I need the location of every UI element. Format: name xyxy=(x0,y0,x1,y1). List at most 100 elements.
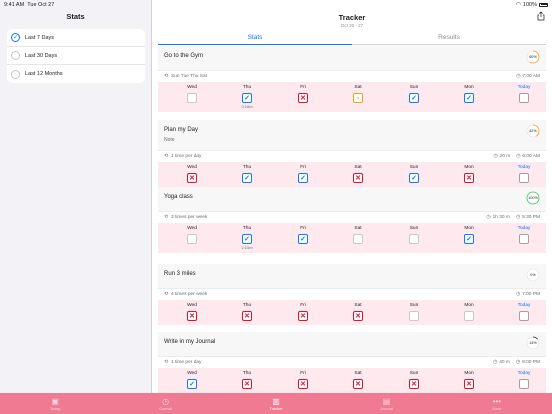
status-checkbox-empty[interactable] xyxy=(519,234,529,244)
status-checkbox-empty[interactable] xyxy=(519,379,529,389)
reminder-time: ◷ 7:00 PM xyxy=(516,292,540,297)
status-checkbox-empty[interactable] xyxy=(519,93,529,103)
habit-frequency: ⟲ 3 times per week xyxy=(164,215,207,220)
tabbar-item-more[interactable]: ••• More xyxy=(442,393,552,414)
day-label: Fri xyxy=(300,165,306,170)
status-checkbox-empty[interactable] xyxy=(519,311,529,321)
timer-icon: ◷ xyxy=(493,360,498,365)
reminder-time: ◷ 6:00 AM xyxy=(516,154,540,159)
status-checkbox-check[interactable]: ✓ xyxy=(242,93,252,103)
day-cell: Thu ✕ xyxy=(227,300,267,321)
day-cell: Sun xyxy=(394,223,434,244)
battery-icon xyxy=(539,2,548,7)
day-cell: Today xyxy=(504,162,544,183)
status-checkbox-empty[interactable] xyxy=(409,234,419,244)
share-icon[interactable] xyxy=(536,11,546,21)
habit-card[interactable]: Plan my Day Note 42% ⟲ 1 time per day ◷ 20 m ◷ 6… xyxy=(158,120,546,187)
status-checkbox-check[interactable]: ✓ xyxy=(187,379,197,389)
frequency-text: 1 time per day xyxy=(171,154,202,159)
status-checkbox-check[interactable]: ✓ xyxy=(298,234,308,244)
progress-ring: 60% xyxy=(526,50,540,64)
day-label: Mon xyxy=(464,371,474,376)
day-cell: Sat ✕ xyxy=(338,300,378,321)
day-cell: Thu ✓ 0:16m xyxy=(227,82,267,109)
day-cell: Sun xyxy=(394,300,434,321)
status-checkbox-cross[interactable]: ✕ xyxy=(298,93,308,103)
status-checkbox-check[interactable]: ✓ xyxy=(409,93,419,103)
day-cell: Sat › xyxy=(338,82,378,103)
status-checkbox-check[interactable]: ✓ xyxy=(298,173,308,183)
habit-card[interactable]: Yoga class 100% ⟲ 3 times per week ◷ 1h 30 m ◷… xyxy=(158,187,546,253)
tab-stats[interactable]: Stats xyxy=(158,32,352,45)
status-time: 9:41 AM xyxy=(4,1,25,8)
day-cell: Mon ✓ xyxy=(449,82,489,103)
status-checkbox-cross[interactable]: ✕ xyxy=(464,379,474,389)
day-label: Thu xyxy=(242,303,252,308)
status-checkbox-cross[interactable]: ✕ xyxy=(353,379,363,389)
day-cell: Sun ✓ xyxy=(394,82,434,103)
repeat-icon: ⟲ xyxy=(164,215,169,220)
status-checkbox-empty[interactable] xyxy=(464,311,474,321)
status-checkbox-check[interactable]: ✓ xyxy=(409,173,419,183)
period-option[interactable]: Last 30 Days xyxy=(7,47,145,65)
day-row: Wed ✓ Thu ✕ Fri ✕ Sat ✕ Sun ✕ Mon ✕ Today xyxy=(158,368,546,393)
habit-card[interactable]: Go to the Gym 60% ⟲ Sun Tue Thu Sat ◷ 7:00 AM… xyxy=(158,46,546,112)
status-checkbox-check[interactable]: ✓ xyxy=(464,234,474,244)
tabbar-item-overall[interactable]: ◷ Overall xyxy=(110,393,220,414)
habit-meta: ⟲ 4 times per week ◷ 7:00 PM xyxy=(158,288,546,300)
status-checkbox-skip[interactable]: › xyxy=(353,93,363,103)
tabbar-item-journal[interactable]: ▤ Journal xyxy=(331,393,441,414)
status-checkbox-check[interactable]: ✓ xyxy=(242,234,252,244)
status-checkbox-cross[interactable]: ✕ xyxy=(298,311,308,321)
period-option[interactable]: ✓ Last 7 Days xyxy=(7,29,145,47)
status-checkbox-check[interactable]: ✓ xyxy=(242,173,252,183)
progress-ring: 14% xyxy=(526,336,540,350)
day-label: Today xyxy=(517,85,531,90)
habit-meta: ⟲ 1 time per day ◷ 20 m ◷ 6:00 AM xyxy=(158,150,546,162)
status-checkbox-cross[interactable]: ✕ xyxy=(242,311,252,321)
status-checkbox-cross[interactable]: ✕ xyxy=(187,311,197,321)
repeat-icon: ⟲ xyxy=(164,74,169,79)
reminder-time: ◷ 7:00 AM xyxy=(516,74,540,79)
status-checkbox-empty[interactable] xyxy=(187,234,197,244)
book-icon: ▤ xyxy=(382,396,391,406)
repeat-icon: ⟲ xyxy=(164,360,169,365)
status-checkbox-cross[interactable]: ✕ xyxy=(409,379,419,389)
tabbar-label: Today xyxy=(49,405,61,411)
day-cell: Sun ✕ xyxy=(394,368,434,389)
day-label: Sun xyxy=(409,226,419,231)
tab-results[interactable]: Results xyxy=(352,32,546,45)
status-checkbox-empty[interactable] xyxy=(519,173,529,183)
day-duration: 0:16m xyxy=(241,104,253,109)
status-checkbox-cross[interactable]: ✕ xyxy=(187,173,197,183)
status-checkbox-empty[interactable] xyxy=(187,93,197,103)
status-checkbox-cross[interactable]: ✕ xyxy=(353,311,363,321)
day-cell: Fri ✕ xyxy=(283,300,323,321)
tabbar-label: Journal xyxy=(379,405,393,411)
frequency-text: 4 times per week xyxy=(171,292,208,297)
habit-card[interactable]: Run 3 miles 0% ⟲ 4 times per week ◷ 7:00 PM We… xyxy=(158,264,546,325)
day-cell: Thu ✕ xyxy=(227,368,267,389)
day-label: Wed xyxy=(187,226,197,231)
day-label: Wed xyxy=(187,371,197,376)
habit-card[interactable]: Write in my Journal 14% ⟲ 1 time per day ◷ 40… xyxy=(158,332,546,393)
habit-header: Write in my Journal 14% xyxy=(158,332,546,356)
status-checkbox-cross[interactable]: ✕ xyxy=(242,379,252,389)
status-checkbox-empty[interactable] xyxy=(409,311,419,321)
day-row: Wed ✕ Thu ✓ Fri ✓ Sat ✕ Sun ✓ Mon ✕ Today xyxy=(158,162,546,187)
day-row: Wed Thu ✓ 0:16m Fri ✕ Sat › Sun ✓ Mon ✓ Today xyxy=(158,82,546,112)
period-option[interactable]: Last 12 Months xyxy=(7,65,145,83)
tabbar-item-today[interactable]: ▣ Today xyxy=(0,393,110,414)
status-checkbox-cross[interactable]: ✕ xyxy=(298,379,308,389)
status-checkbox-empty[interactable] xyxy=(353,234,363,244)
tabbar-item-tracker[interactable]: ▥ Tracker xyxy=(221,393,331,414)
day-cell: Fri ✕ xyxy=(283,368,323,389)
status-checkbox-cross[interactable]: ✕ xyxy=(353,173,363,183)
status-checkbox-check[interactable]: ✓ xyxy=(464,93,474,103)
day-label: Thu xyxy=(242,165,252,170)
status-checkbox-cross[interactable]: ✕ xyxy=(464,173,474,183)
day-label: Thu xyxy=(242,85,252,90)
day-cell: Wed xyxy=(172,223,212,244)
habit-meta: ⟲ Sun Tue Thu Sat ◷ 7:00 AM xyxy=(158,70,546,82)
progress-percent: 100% xyxy=(528,196,538,200)
